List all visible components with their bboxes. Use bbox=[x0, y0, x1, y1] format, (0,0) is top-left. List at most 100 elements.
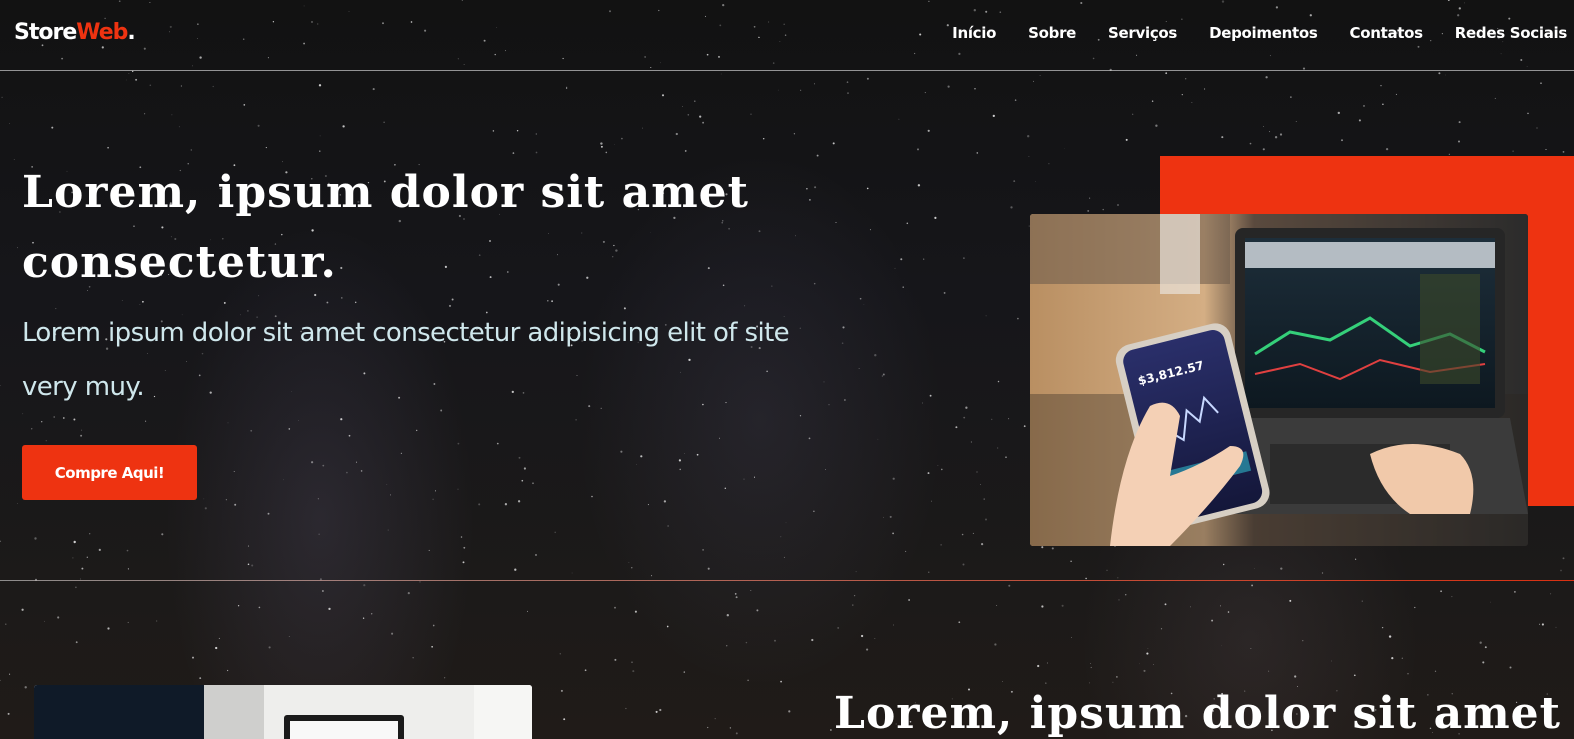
star bbox=[1490, 601, 1491, 603]
star bbox=[625, 707, 627, 710]
star bbox=[1112, 681, 1114, 683]
star bbox=[874, 354, 877, 357]
star bbox=[517, 500, 521, 503]
star bbox=[747, 679, 749, 682]
star bbox=[17, 247, 18, 249]
star bbox=[432, 624, 435, 627]
star bbox=[894, 267, 896, 269]
star bbox=[416, 429, 418, 432]
star bbox=[937, 465, 939, 466]
main-menu: Início Sobre Serviços Depoimentos Contat… bbox=[920, 24, 1567, 42]
nav-link-redes-sociais[interactable]: Redes Sociais bbox=[1455, 24, 1568, 42]
star bbox=[1151, 100, 1154, 102]
star bbox=[647, 504, 649, 506]
star bbox=[1051, 547, 1054, 550]
star bbox=[906, 222, 909, 225]
star bbox=[1090, 666, 1092, 669]
star bbox=[1147, 648, 1149, 650]
buy-now-button[interactable]: Compre Aqui! bbox=[22, 445, 197, 500]
star bbox=[227, 422, 229, 424]
star bbox=[1294, 675, 1297, 678]
star bbox=[1090, 663, 1092, 664]
star bbox=[45, 440, 47, 442]
star bbox=[199, 677, 202, 680]
star bbox=[0, 679, 1, 681]
star bbox=[1002, 681, 1003, 682]
star bbox=[1550, 593, 1552, 595]
star bbox=[288, 428, 291, 430]
star bbox=[1027, 135, 1030, 138]
star bbox=[1014, 99, 1017, 101]
star bbox=[591, 495, 593, 498]
star bbox=[1407, 673, 1409, 675]
star bbox=[869, 229, 871, 231]
star bbox=[551, 300, 553, 303]
hero-image-illustration: $3,812.57 bbox=[1030, 214, 1528, 546]
star bbox=[51, 126, 54, 129]
star bbox=[75, 586, 77, 589]
star bbox=[1380, 85, 1382, 87]
star bbox=[1117, 577, 1119, 579]
star bbox=[981, 543, 984, 546]
star bbox=[523, 467, 526, 470]
star bbox=[699, 115, 702, 118]
star bbox=[559, 653, 561, 655]
star bbox=[841, 342, 844, 345]
star bbox=[387, 529, 389, 531]
star bbox=[1382, 103, 1384, 105]
star bbox=[858, 368, 860, 369]
star bbox=[1451, 596, 1453, 598]
star bbox=[215, 646, 218, 650]
section2-image bbox=[34, 685, 532, 739]
star bbox=[1509, 666, 1512, 669]
star bbox=[40, 420, 43, 423]
star bbox=[1354, 558, 1357, 560]
star bbox=[1540, 82, 1542, 85]
star bbox=[750, 113, 752, 115]
star bbox=[319, 135, 321, 137]
star bbox=[1087, 209, 1090, 212]
star bbox=[247, 563, 250, 566]
star bbox=[180, 85, 182, 87]
star bbox=[720, 73, 722, 75]
star bbox=[492, 130, 495, 132]
star bbox=[321, 590, 324, 592]
star bbox=[126, 549, 129, 552]
star bbox=[73, 540, 76, 544]
star bbox=[605, 151, 608, 154]
star bbox=[81, 567, 84, 570]
nav-link-sobre[interactable]: Sobre bbox=[1028, 24, 1076, 42]
star bbox=[512, 152, 515, 154]
nav-link-depoimentos[interactable]: Depoimentos bbox=[1209, 24, 1318, 42]
star bbox=[1401, 657, 1403, 659]
star bbox=[535, 133, 537, 135]
star bbox=[1545, 148, 1547, 151]
star bbox=[1391, 657, 1394, 660]
star bbox=[1539, 623, 1541, 625]
star bbox=[1395, 93, 1397, 95]
logo[interactable]: StoreWeb. bbox=[14, 20, 136, 45]
star bbox=[1321, 572, 1324, 574]
star bbox=[785, 522, 787, 524]
star bbox=[1106, 569, 1108, 571]
star bbox=[1017, 317, 1019, 320]
nav-link-contatos[interactable]: Contatos bbox=[1349, 24, 1423, 42]
star bbox=[1482, 661, 1485, 664]
star bbox=[370, 613, 373, 615]
nav-link-inicio[interactable]: Início bbox=[952, 24, 996, 42]
star bbox=[621, 137, 623, 140]
star bbox=[655, 710, 658, 713]
star bbox=[1414, 606, 1416, 609]
star bbox=[734, 593, 737, 595]
star bbox=[828, 404, 830, 406]
star bbox=[800, 89, 802, 91]
star bbox=[571, 572, 573, 574]
nav-link-servicos[interactable]: Serviços bbox=[1108, 24, 1177, 42]
star bbox=[565, 87, 568, 89]
star bbox=[190, 149, 192, 151]
section2-title: Lorem, ipsum dolor sit amet bbox=[834, 688, 1561, 739]
star bbox=[431, 645, 433, 648]
star bbox=[889, 515, 892, 518]
star bbox=[996, 605, 998, 606]
star bbox=[1274, 136, 1278, 139]
